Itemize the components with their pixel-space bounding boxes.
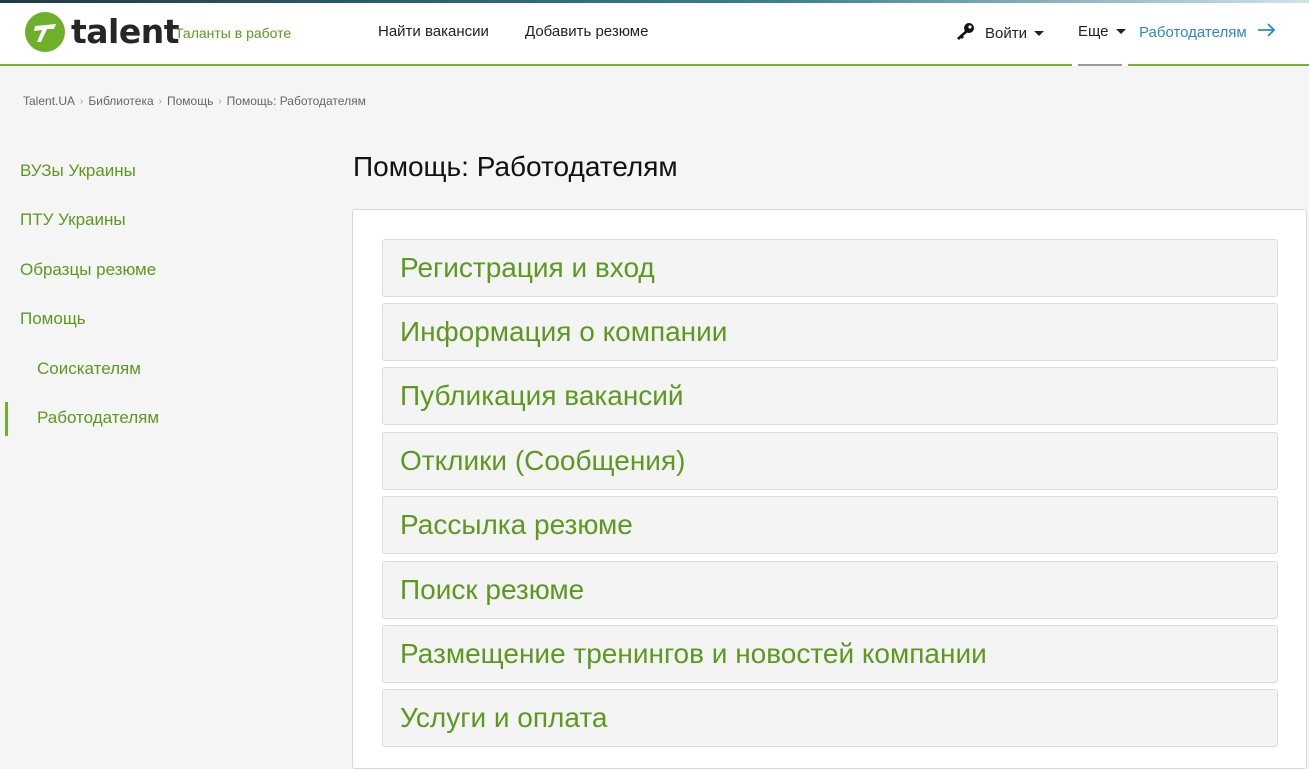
accordion-item-label: Поиск резюме (400, 574, 585, 605)
accordion-item-responses[interactable]: Отклики (Сообщения) (382, 432, 1278, 490)
more-menu-button[interactable]: Еще (1078, 23, 1126, 40)
accordion-item-trainings-news[interactable]: Размещение тренингов и новостей компании (382, 625, 1278, 683)
breadcrumb-item-help[interactable]: Помощь (167, 94, 213, 108)
login-label: Войти (985, 24, 1027, 42)
employers-label: Работодателям (1139, 23, 1247, 41)
header-underline-employers (1128, 64, 1309, 66)
sidebar-item-employers[interactable]: Работодателям (37, 408, 159, 428)
header-top-stripe (0, 0, 1309, 3)
caret-down-icon (1033, 30, 1044, 36)
nav-add-resume[interactable]: Добавить резюме (525, 23, 648, 40)
accordion-item-label: Публикация вакансий (400, 380, 684, 411)
login-button[interactable]: Войти (955, 22, 1044, 44)
accordion-item-label: Отклики (Сообщения) (400, 445, 686, 476)
accordion-item-job-posting[interactable]: Публикация вакансий (382, 367, 1278, 425)
site-tagline: Таланты в работе (175, 25, 292, 41)
site-header: talent Таланты в работе Найти вакансии Д… (0, 0, 1309, 66)
key-icon (955, 22, 975, 44)
accordion-item-label: Информация о компании (400, 316, 728, 347)
sidebar-item-help[interactable]: Помощь (20, 309, 86, 329)
accordion-item-services-payment[interactable]: Услуги и оплата (382, 689, 1278, 747)
breadcrumb-item-current: Помощь: Работодателям (226, 94, 366, 108)
sidebar-item-job-seekers[interactable]: Соискателям (37, 359, 141, 379)
breadcrumb-separator: › (158, 95, 162, 107)
site-logo[interactable]: talent (25, 12, 180, 52)
nav-find-jobs[interactable]: Найти вакансии (378, 23, 489, 40)
breadcrumb-separator: › (80, 95, 84, 107)
sidebar-item-universities[interactable]: ВУЗы Украины (20, 161, 136, 181)
breadcrumb-separator: › (218, 95, 222, 107)
caret-down-icon (1115, 29, 1126, 34)
breadcrumb: Talent.UA › Библиотека › Помощь › Помощь… (23, 94, 366, 108)
header-underline-more (1078, 64, 1122, 66)
accordion-item-label: Рассылка резюме (400, 509, 633, 540)
arrow-right-icon (1247, 23, 1276, 41)
logo-text: talent (71, 12, 180, 51)
employers-link[interactable]: Работодателям (1139, 23, 1276, 41)
talent-logo-icon (25, 12, 65, 52)
accordion-item-label: Регистрация и вход (400, 252, 655, 283)
sidebar-active-indicator (5, 402, 8, 436)
accordion-item-company-info[interactable]: Информация о компании (382, 303, 1278, 361)
accordion-item-registration[interactable]: Регистрация и вход (382, 239, 1278, 297)
sidebar-item-resume-samples[interactable]: Образцы резюме (20, 260, 156, 280)
more-label: Еще (1078, 23, 1109, 40)
sidebar-item-vocational-schools[interactable]: ПТУ Украины (20, 210, 126, 230)
breadcrumb-item-home[interactable]: Talent.UA (23, 94, 75, 108)
breadcrumb-item-library[interactable]: Библиотека (88, 94, 153, 108)
header-underline (0, 64, 1072, 66)
accordion-item-label: Услуги и оплата (400, 702, 608, 733)
help-sections-panel: Регистрация и вход Информация о компании… (352, 209, 1307, 769)
accordion-item-label: Размещение тренингов и новостей компании (400, 638, 987, 669)
accordion-item-resume-mailing[interactable]: Рассылка резюме (382, 496, 1278, 554)
accordion-item-resume-search[interactable]: Поиск резюме (382, 561, 1278, 619)
page-title: Помощь: Работодателям (353, 151, 678, 182)
